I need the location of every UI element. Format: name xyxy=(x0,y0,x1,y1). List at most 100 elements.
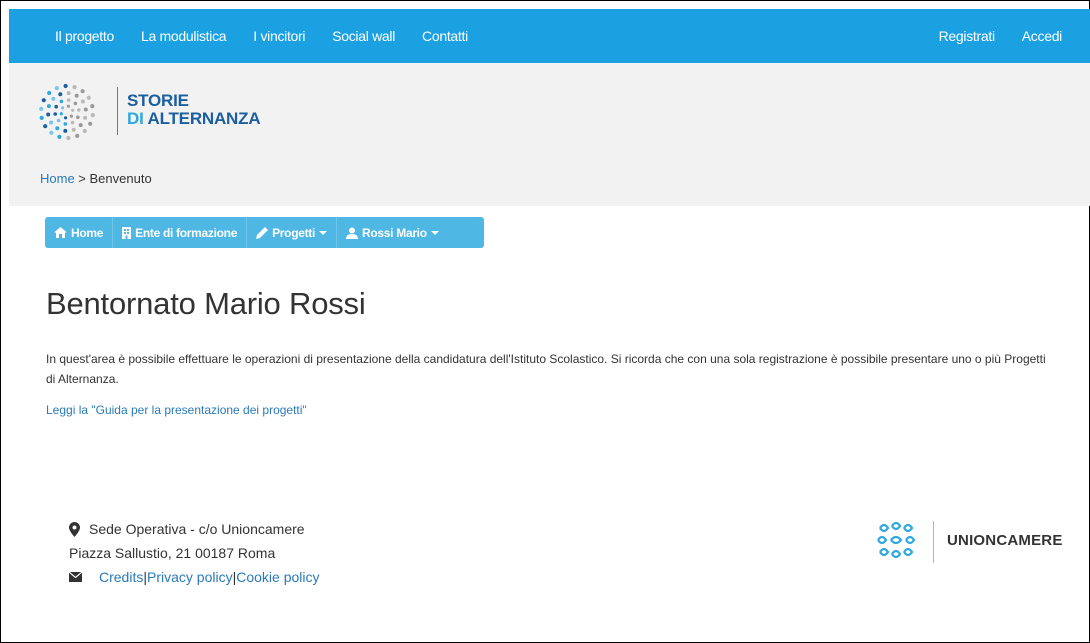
logo-dot xyxy=(66,98,71,102)
logo-dot xyxy=(86,95,91,100)
nav-registrati[interactable]: Registrati xyxy=(939,28,995,44)
logo-dot xyxy=(71,108,75,112)
nav-accedi[interactable]: Accedi xyxy=(1022,28,1063,44)
logo-line1: STORIE xyxy=(127,91,189,110)
logo-dot xyxy=(59,112,63,116)
logo-dot xyxy=(55,126,60,131)
logo-dot xyxy=(83,115,88,120)
logo-dot xyxy=(77,108,81,112)
logo-dot xyxy=(88,121,93,126)
nav-il-progetto[interactable]: Il progetto xyxy=(55,28,114,44)
chevron-down-icon xyxy=(319,230,328,235)
logo-dot xyxy=(66,91,71,96)
storie-di-alternanza-logo[interactable] xyxy=(36,81,106,143)
nav-la-modulistica[interactable]: La modulistica xyxy=(141,28,227,44)
intro-text: In quest'area è possibile effettuare le … xyxy=(46,352,1046,386)
breadcrumb: Home > Benvenuto xyxy=(40,171,152,186)
menu-user-dropdown[interactable]: Rossi Mario xyxy=(337,217,448,248)
logo-dot xyxy=(73,101,78,106)
logo-dot xyxy=(41,98,46,103)
top-navbar: Il progetto La modulistica I vincitori S… xyxy=(9,9,1090,63)
breadcrumb-home[interactable]: Home xyxy=(40,171,75,186)
footer: Sede Operativa - c/o Unioncamere Piazza … xyxy=(69,517,320,589)
menu-user-label: Rossi Mario xyxy=(362,225,427,240)
home-icon xyxy=(54,227,67,238)
logo-dot xyxy=(49,130,54,135)
user-icon xyxy=(346,227,359,239)
logo-divider xyxy=(117,87,118,135)
logo-dot xyxy=(80,99,85,104)
user-menu-bar: Home Ente di formazione Progetti Rossi M… xyxy=(45,217,484,248)
logo-dot xyxy=(59,99,64,104)
menu-home-label: Home xyxy=(71,225,104,240)
logo-dot xyxy=(63,128,68,133)
logo-dot xyxy=(76,115,80,120)
footer-address-line1: Sede Operativa - c/o Unioncamere xyxy=(89,521,305,537)
top-nav-left: Il progetto La modulistica I vincitori S… xyxy=(55,28,495,44)
logo-dot xyxy=(49,120,54,125)
logo-dot xyxy=(51,96,56,101)
logo-alternanza: ALTERNANZA xyxy=(143,109,261,128)
guide-link[interactable]: Leggi la "Guida per la presentazione dei… xyxy=(46,403,307,417)
logo-dot xyxy=(72,85,77,90)
logo-dot xyxy=(63,122,68,126)
menu-progetti-dropdown[interactable]: Progetti xyxy=(247,217,338,248)
logo-dot xyxy=(46,104,51,109)
credits-link[interactable]: Credits xyxy=(99,565,143,589)
site-header: STORIE DI ALTERNANZA Home > Benvenuto xyxy=(9,63,1090,206)
building-icon xyxy=(122,226,132,239)
page-title: Bentornato Mario Rossi xyxy=(46,286,366,321)
logo-di: DI xyxy=(127,109,144,128)
nav-i-vincitori[interactable]: I vincitori xyxy=(253,28,305,44)
logo-dot xyxy=(53,112,57,116)
nav-contatti[interactable]: Contatti xyxy=(422,28,468,44)
logo-dot xyxy=(58,92,63,97)
logo-dot xyxy=(54,104,58,109)
logo-text[interactable]: STORIE DI ALTERNANZA xyxy=(127,91,261,128)
menu-progetti-label: Progetti xyxy=(272,225,316,240)
logo-dot xyxy=(82,128,87,134)
pencil-icon xyxy=(256,226,269,239)
breadcrumb-current: Benvenuto xyxy=(89,171,152,186)
logo-dot xyxy=(61,106,65,110)
chevron-down-icon xyxy=(430,230,439,235)
nav-social-wall[interactable]: Social wall xyxy=(332,28,395,44)
menu-ente-label: Ente di formazione xyxy=(135,225,238,240)
logo-dot xyxy=(47,90,52,96)
logo-dot xyxy=(83,107,88,112)
logo-dot xyxy=(70,120,75,125)
logo-dot xyxy=(56,118,61,123)
logo-dot xyxy=(39,106,44,111)
logo-dot xyxy=(66,135,71,141)
logo-dot xyxy=(71,127,76,132)
menu-ente-di-formazione[interactable]: Ente di formazione xyxy=(113,217,248,248)
unioncamere-brand[interactable]: UNIONCAMERE xyxy=(947,532,1063,549)
footer-address-line2: Piazza Sallustio, 21 00187 Roma xyxy=(69,545,276,561)
menu-home[interactable]: Home xyxy=(45,217,114,248)
footer-address-row: Sede Operativa - c/o Unioncamere xyxy=(69,517,320,541)
logo-dot xyxy=(90,104,95,109)
logo-dot xyxy=(66,104,70,108)
logo-dot xyxy=(75,133,80,138)
privacy-policy-link[interactable]: Privacy policy xyxy=(147,565,233,589)
top-nav-right: Registrati Accedi xyxy=(912,28,1063,44)
logo-dot xyxy=(69,114,73,118)
footer-links: Credits | Privacy policy | Cookie policy xyxy=(69,565,320,589)
map-marker-icon xyxy=(69,521,80,537)
breadcrumb-separator: > xyxy=(74,171,90,186)
logo-dot xyxy=(57,134,62,139)
logo-line2: DI ALTERNANZA xyxy=(127,109,261,128)
cookie-policy-link[interactable]: Cookie policy xyxy=(236,565,319,589)
logo-dot xyxy=(80,89,85,94)
logo-dot xyxy=(63,83,68,89)
unioncamere-divider xyxy=(933,521,934,563)
logo-dot xyxy=(74,93,79,98)
logo-dot xyxy=(90,113,95,118)
envelope-icon xyxy=(69,572,82,582)
logo-dot xyxy=(64,116,68,120)
logo-dot xyxy=(43,124,48,129)
logo-dot xyxy=(54,86,59,91)
logo-dot xyxy=(78,123,83,128)
unioncamere-logo-icon[interactable] xyxy=(874,520,918,564)
logo-dot xyxy=(39,115,44,120)
